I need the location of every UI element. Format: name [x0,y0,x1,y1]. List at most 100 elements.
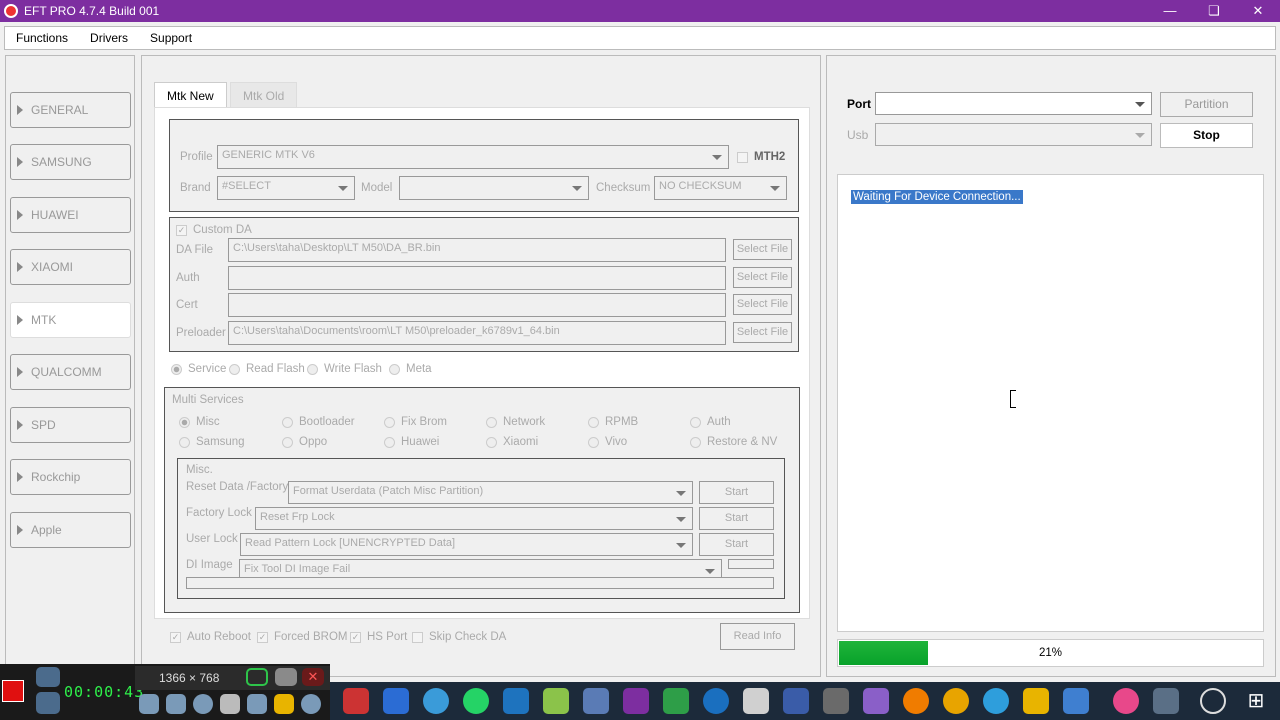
globe-icon[interactable] [423,688,449,714]
mode-service-radio[interactable]: Service [171,363,226,375]
sidebar-item-rockchip[interactable]: Rockchip [10,459,131,495]
recorder-folder-icon[interactable] [274,694,294,714]
service-xiaomi-radio[interactable]: Xiaomi [486,436,538,448]
sidebar-item-apple[interactable]: Apple [10,512,131,548]
auto-reboot-checkbox[interactable]: ✓ Auto Reboot [170,631,251,643]
sidebar-item-huawei[interactable]: HUAWEI [10,197,131,233]
select-preloader-file-button[interactable]: Select File [733,322,792,343]
select-da-file-button[interactable]: Select File [733,239,792,260]
menu-drivers[interactable]: Drivers [79,31,139,45]
window-icon[interactable] [1063,688,1089,714]
user-lock-start-button[interactable]: Start [699,533,774,556]
service-rpmb-radio[interactable]: RPMB [588,416,638,428]
cursor-icon[interactable] [220,694,240,714]
settings-gear-icon[interactable] [783,688,809,714]
reset-data-select[interactable]: Format Userdata (Patch Misc Partition) [288,481,693,504]
di-image-select[interactable]: Fix Tool DI Image Fail [239,559,722,579]
mth2-checkbox[interactable]: MTH2 [737,151,785,163]
user-lock-select[interactable]: Read Pattern Lock [UNENCRYPTED Data] [240,533,693,556]
service-misc-radio[interactable]: Misc [179,416,220,428]
skip-check-da-checkbox[interactable]: Skip Check DA [412,631,506,643]
port-select[interactable] [875,92,1152,115]
sidebar-item-xiaomi[interactable]: XIAOMI [10,249,131,285]
service-oppo-radio[interactable]: Oppo [282,436,327,448]
log-output[interactable]: Waiting For Device Connection... [837,174,1264,632]
windows-start-icon[interactable]: ⊞ [1243,688,1269,714]
record-stop-icon[interactable] [2,680,24,702]
mode-write-flash-radio[interactable]: Write Flash [307,363,382,375]
sidebar-item-spd[interactable]: SPD [10,407,131,443]
recorder-settings-icon[interactable] [301,694,321,714]
pen-icon[interactable] [247,694,267,714]
tab-mtk-new[interactable]: Mtk New [154,82,227,108]
profile-select[interactable]: GENERIC MTK V6 [217,145,729,169]
brand-select[interactable]: #SELECT [217,176,355,200]
custom-da-checkbox[interactable]: ✓ Custom DA [176,224,252,236]
region-icon[interactable] [246,668,268,686]
skype-icon[interactable] [703,688,729,714]
sidebar-item-general[interactable]: GENERAL [10,92,131,128]
sidebar-item-qualcomm[interactable]: QUALCOMM [10,354,131,390]
reset-data-start-button[interactable]: Start [699,481,774,504]
tab-mtk-old[interactable]: Mtk Old [230,82,298,108]
chrome-icon[interactable] [943,688,969,714]
mode-read-flash-radio[interactable]: Read Flash [229,363,305,375]
minimize-recorder-icon[interactable] [275,668,297,686]
read-info-button[interactable]: Read Info [720,623,795,650]
search-app-icon[interactable] [903,688,929,714]
service-restore-nv-radio[interactable]: Restore & NV [690,436,777,448]
webcam-icon[interactable] [193,694,213,714]
editor-icon[interactable] [503,688,529,714]
sidebar-item-mtk[interactable]: MTK [10,302,131,338]
pause-icon[interactable] [36,692,60,714]
tool-icon[interactable] [583,688,609,714]
cert-field[interactable] [228,293,726,317]
sidebar-item-samsung[interactable]: SAMSUNG [10,144,131,180]
model-select[interactable] [399,176,589,200]
pointer-icon[interactable] [823,688,849,714]
gear-icon[interactable] [1153,688,1179,714]
factory-lock-select[interactable]: Reset Frp Lock [255,507,693,530]
media-icon[interactable] [1113,688,1139,714]
factory-lock-start-button[interactable]: Start [699,507,774,530]
menu-support[interactable]: Support [139,31,203,45]
app-icon[interactable] [383,688,409,714]
select-cert-file-button[interactable]: Select File [733,294,792,315]
di-image-start-button[interactable] [728,559,774,569]
checksum-select[interactable]: NO CHECKSUM [654,176,787,200]
minimize-icon[interactable]: — [1148,0,1192,22]
service-vivo-radio[interactable]: Vivo [588,436,627,448]
mode-meta-radio[interactable]: Meta [389,363,432,375]
service-auth-radio[interactable]: Auth [690,416,731,428]
da-file-field[interactable]: C:\Users\taha\Desktop\LT M50\DA_BR.bin [228,238,726,262]
menu-functions[interactable]: Functions [5,31,79,45]
stop-button[interactable]: Stop [1160,123,1253,148]
excel-icon[interactable] [663,688,689,714]
partition-button[interactable]: Partition [1160,92,1253,117]
browser-icon[interactable] [343,688,369,714]
restore-icon[interactable]: ❏ [1192,0,1236,22]
forced-brom-checkbox[interactable]: ✓ Forced BROM [257,631,348,643]
close-icon[interactable]: ✕ [1236,0,1280,22]
service-fix-brom-radio[interactable]: Fix Brom [384,416,447,428]
whatsapp-icon[interactable] [463,688,489,714]
speaker-icon[interactable] [139,694,159,714]
folder-icon[interactable] [1023,688,1049,714]
service-huawei-radio[interactable]: Huawei [384,436,439,448]
microphone-icon[interactable] [166,694,186,714]
service-samsung-radio[interactable]: Samsung [179,436,245,448]
hs-port-checkbox[interactable]: ✓ HS Port [350,631,407,643]
select-auth-file-button[interactable]: Select File [733,267,792,288]
service-network-radio[interactable]: Network [486,416,545,428]
search-icon[interactable] [1200,688,1226,714]
document-icon[interactable] [863,688,889,714]
edge-icon[interactable] [983,688,1009,714]
auth-field[interactable] [228,266,726,290]
usb-select[interactable] [875,123,1152,146]
preloader-field[interactable]: C:\Users\taha\Documents\room\LT M50\prel… [228,321,726,345]
service-bootloader-radio[interactable]: Bootloader [282,416,355,428]
eft-icon[interactable] [623,688,649,714]
close-recorder-icon[interactable]: ✕ [302,668,324,686]
camera-icon[interactable] [36,667,60,687]
android-icon[interactable] [543,688,569,714]
